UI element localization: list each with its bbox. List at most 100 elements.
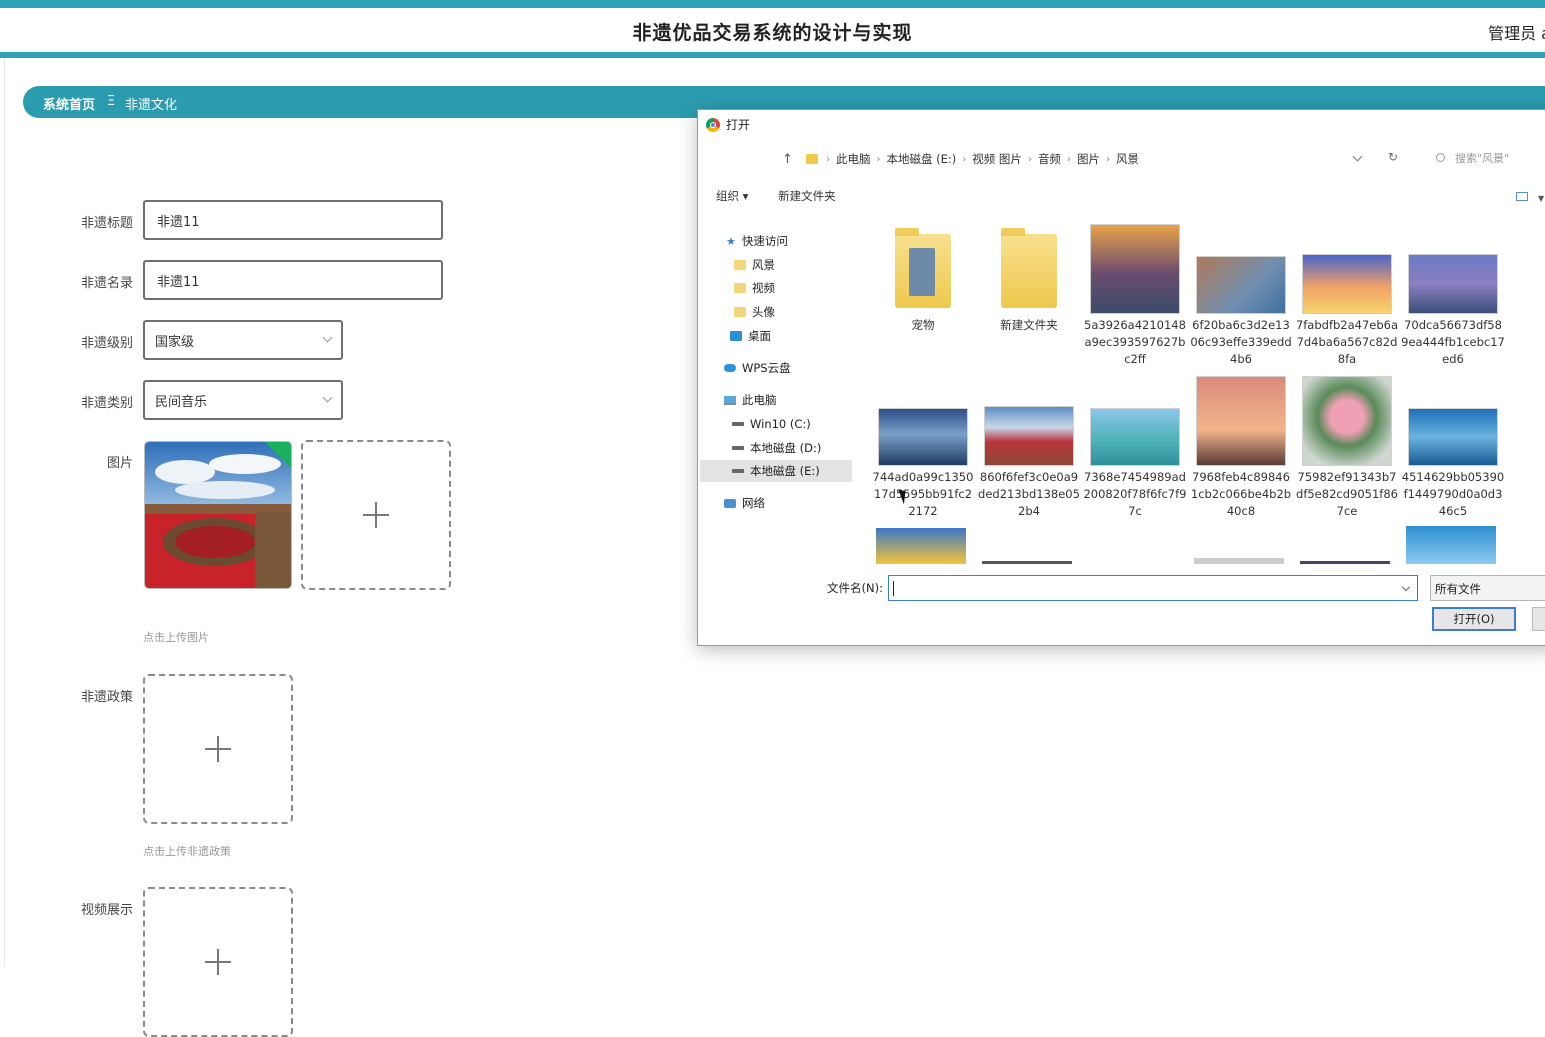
app-header: 非遗优品交易系统的设计与实现 管理员 a: [0, 8, 1545, 52]
policy-upload-button[interactable]: [143, 674, 293, 824]
refresh-icon[interactable]: ↻: [1388, 150, 1398, 164]
network-icon: [724, 498, 736, 508]
image-thumbnail[interactable]: [1406, 526, 1496, 564]
image-label: 图片: [106, 456, 133, 471]
file-name: 70dca56673df589ea444fb1cebc17ed6: [1401, 318, 1505, 366]
chrome-icon: [706, 117, 720, 132]
image-thumbnail[interactable]: [876, 528, 966, 564]
drive-icon: [732, 446, 744, 450]
organize-button[interactable]: 组织 ▾: [716, 189, 748, 203]
nav-network[interactable]: 网络: [724, 492, 765, 514]
address-bar[interactable]: ↑ › 此电脑 › 本地磁盘 (E:) › 视频 图片 › 音频 › 图片 › …: [782, 148, 1352, 170]
nav-desktop[interactable]: 桌面: [730, 325, 771, 347]
nav-folder-avatar[interactable]: 头像: [734, 301, 775, 323]
nav-drive-e[interactable]: 本地磁盘 (E:): [700, 460, 852, 482]
level-select[interactable]: 国家级: [143, 320, 343, 360]
nav-label: 本地磁盘 (D:): [750, 441, 822, 455]
image-thumbnail: [1196, 376, 1286, 466]
image-thumbnail: [1196, 256, 1286, 314]
open-button[interactable]: 打开(O): [1432, 607, 1516, 631]
path-segment[interactable]: 视频 图片: [972, 151, 1022, 167]
plus-icon: [363, 502, 389, 528]
policy-upload-hint: 点击上传非遗政策: [143, 845, 231, 858]
user-menu[interactable]: 管理员 a: [1488, 20, 1545, 44]
catalog-label: 非遗名录: [80, 276, 133, 291]
path-segment[interactable]: 风景: [1116, 151, 1139, 167]
drive-icon: [732, 422, 744, 426]
cancel-button[interactable]: [1532, 607, 1545, 631]
nav-drive-c[interactable]: Win10 (C:): [732, 413, 811, 435]
nav-wps-cloud[interactable]: WPS云盘: [724, 357, 791, 379]
filename-input[interactable]: [888, 575, 1418, 601]
policy-label: 非遗政策: [80, 690, 133, 705]
left-border: [4, 58, 5, 966]
image-thumbnail[interactable]: [982, 561, 1072, 564]
new-folder-button[interactable]: 新建文件夹: [778, 189, 836, 203]
filename-label: 文件名(N):: [827, 581, 883, 595]
file-name: 7368e7454989ad200820f78f6fc7f97c: [1083, 470, 1187, 518]
plus-icon: [205, 949, 231, 975]
nav-label: 头像: [752, 305, 775, 319]
chevron-down-icon: [322, 392, 333, 403]
catalog-input-value: 非遗11: [157, 274, 200, 290]
folder-icon: [734, 307, 746, 317]
file-name: 75982ef91343b7df5e82cd9051f867ce: [1296, 470, 1398, 518]
folder-icon: [734, 283, 746, 293]
nav-label: 视频: [752, 281, 775, 295]
nav-folder-video[interactable]: 视频: [734, 277, 775, 299]
path-segment[interactable]: 本地磁盘 (E:): [887, 151, 957, 167]
breadcrumb-home-link[interactable]: 系统首页: [43, 94, 95, 113]
nav-this-pc[interactable]: 此电脑: [724, 389, 777, 411]
path-separator-icon: ›: [962, 153, 967, 165]
video-upload-button[interactable]: [143, 887, 293, 1037]
category-select[interactable]: 民间音乐: [143, 380, 343, 420]
nav-folder-scenery[interactable]: 风景: [734, 254, 775, 276]
title-input[interactable]: 非遗11: [143, 200, 443, 240]
video-label: 视频展示: [80, 903, 133, 918]
up-arrow-icon[interactable]: ↑: [782, 152, 800, 167]
file-name: 7968feb4c898461cb2c066be4b2b40c8: [1190, 470, 1292, 518]
top-accent-stripe: [0, 0, 1545, 8]
chevron-down-icon: [322, 332, 333, 343]
view-mode-icon[interactable]: [1516, 192, 1528, 201]
folder-icon: [895, 228, 951, 308]
nav-quick-access[interactable]: ★ 快速访问: [726, 230, 788, 252]
file-name: 5a3926a4210148a9ec393597627bc2ff: [1084, 318, 1186, 366]
file-name: 860f6fef3c0e0a9ded213bd138e052b4: [978, 470, 1080, 518]
chevron-down-icon[interactable]: ▼: [1538, 194, 1544, 203]
nav-drive-d[interactable]: 本地磁盘 (D:): [732, 437, 821, 459]
image-thumbnail: [1302, 376, 1392, 466]
search-input[interactable]: 搜索"风景": [1436, 150, 1509, 166]
chevron-down-icon[interactable]: [1401, 582, 1411, 592]
image-thumbnail[interactable]: [1300, 561, 1390, 564]
path-separator-icon: ›: [1105, 153, 1110, 165]
file-name: 新建文件夹: [1000, 318, 1058, 332]
image-upload-hint: 点击上传图片: [143, 631, 209, 644]
level-label: 非遗级别: [80, 336, 133, 351]
image-thumbnail: [1408, 254, 1498, 314]
folder-icon: [734, 260, 746, 270]
image-thumbnail: [1408, 408, 1498, 466]
nav-label: Win10 (C:): [750, 417, 811, 431]
path-segment[interactable]: 音频: [1038, 151, 1061, 167]
path-segment[interactable]: 此电脑: [836, 151, 871, 167]
image-thumbnail: [1090, 224, 1180, 314]
image-thumbnail: [878, 408, 968, 466]
dialog-titlebar: 打开: [706, 116, 750, 133]
drive-icon: [732, 469, 744, 473]
breadcrumb-current: 非遗文化: [125, 98, 178, 113]
image-thumbnail[interactable]: [1194, 558, 1284, 564]
dialog-title: 打开: [726, 118, 751, 132]
uploaded-image-thumbnail[interactable]: [144, 441, 292, 589]
catalog-input[interactable]: 非遗11: [143, 260, 443, 300]
header-divider: [0, 52, 1545, 58]
star-icon: ★: [726, 234, 736, 248]
image-upload-button[interactable]: [301, 440, 451, 590]
upload-success-badge: [265, 442, 291, 468]
address-history-chevron-icon[interactable]: [1352, 151, 1363, 162]
file-name: 7fabdfb2a47eb6a7d4ba6a567c82d8fa: [1295, 318, 1399, 366]
file-name: 宠物: [911, 318, 935, 332]
filetype-select[interactable]: 所有文件: [1430, 575, 1545, 601]
nav-label: 风景: [752, 258, 775, 272]
path-segment[interactable]: 图片: [1077, 151, 1100, 167]
